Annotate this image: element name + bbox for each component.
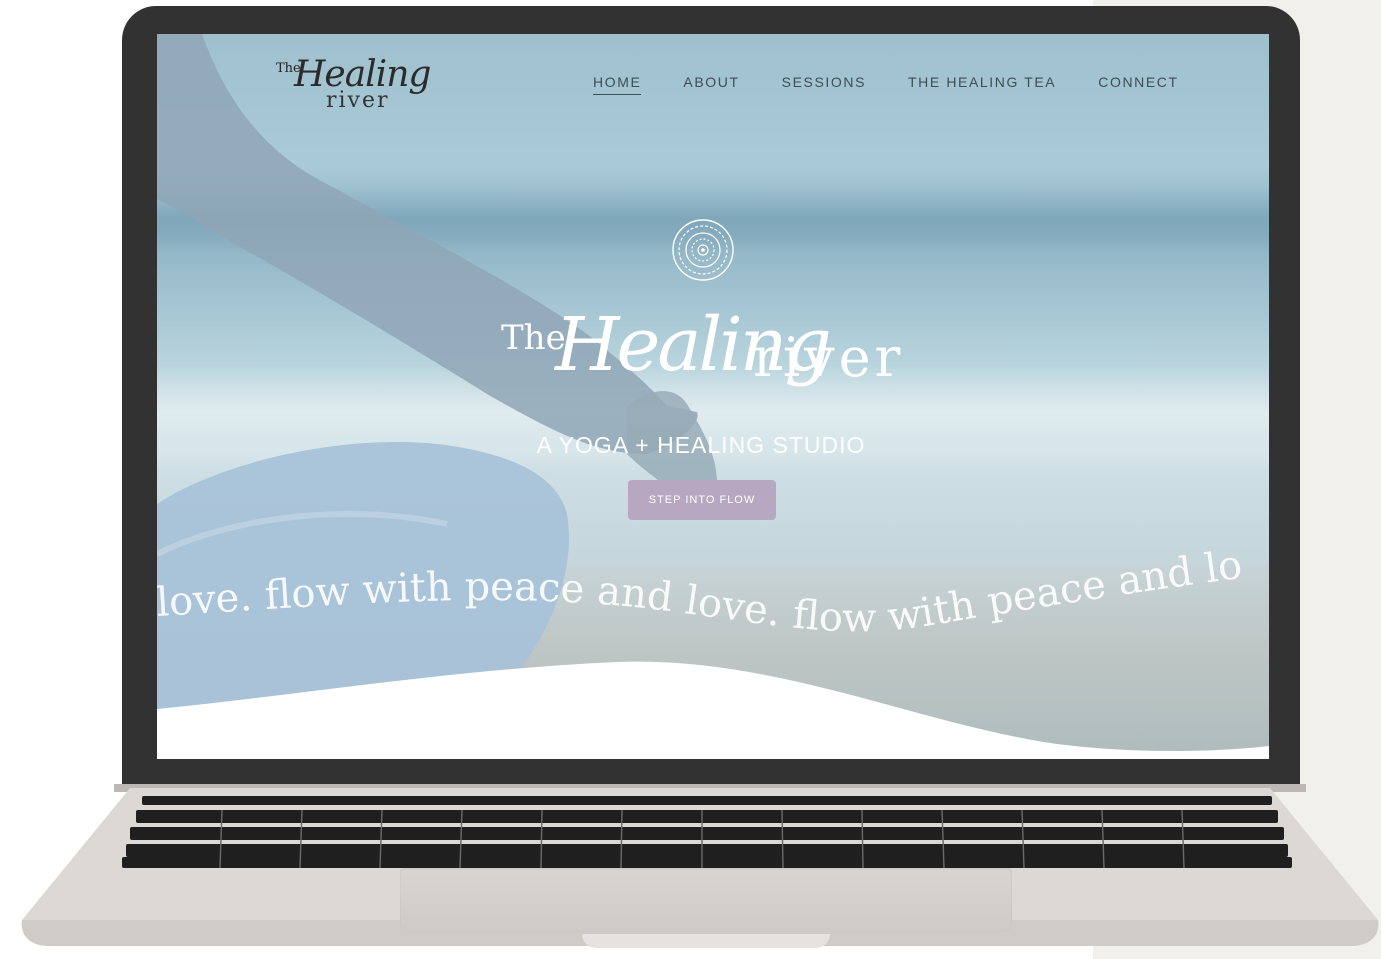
hero-wave-divider xyxy=(157,661,1269,759)
trackpad xyxy=(400,868,1012,932)
svg-text:love. flow with peace and l: love. flow with peace and love. flow wit… xyxy=(157,542,1245,642)
website-screen: The Healing river HOME ABOUT SESSIONS TH… xyxy=(157,34,1269,759)
mandala-icon xyxy=(672,219,734,281)
nav-sessions[interactable]: SESSIONS xyxy=(782,74,866,95)
site-logo[interactable]: The Healing river xyxy=(270,54,431,118)
hero-logo-river: river xyxy=(753,326,905,389)
logo-river: river xyxy=(326,88,390,113)
laptop-notch xyxy=(582,934,830,948)
nav-home[interactable]: HOME xyxy=(593,74,642,95)
step-into-flow-button[interactable]: STEP INTO FLOW xyxy=(628,480,776,520)
keyboard xyxy=(122,796,1292,869)
nav-connect[interactable]: CONNECT xyxy=(1098,74,1178,95)
nav-the-healing-tea[interactable]: THE HEALING TEA xyxy=(908,74,1056,95)
hero-logo: The Healing river xyxy=(501,302,921,412)
hero-tagline: A YOGA + HEALING STUDIO xyxy=(536,432,866,458)
main-nav: HOME ABOUT SESSIONS THE HEALING TEA CONN… xyxy=(593,74,1221,95)
nav-about[interactable]: ABOUT xyxy=(683,74,739,95)
flow-text: love. flow with peace and love. flow wit… xyxy=(157,542,1245,642)
